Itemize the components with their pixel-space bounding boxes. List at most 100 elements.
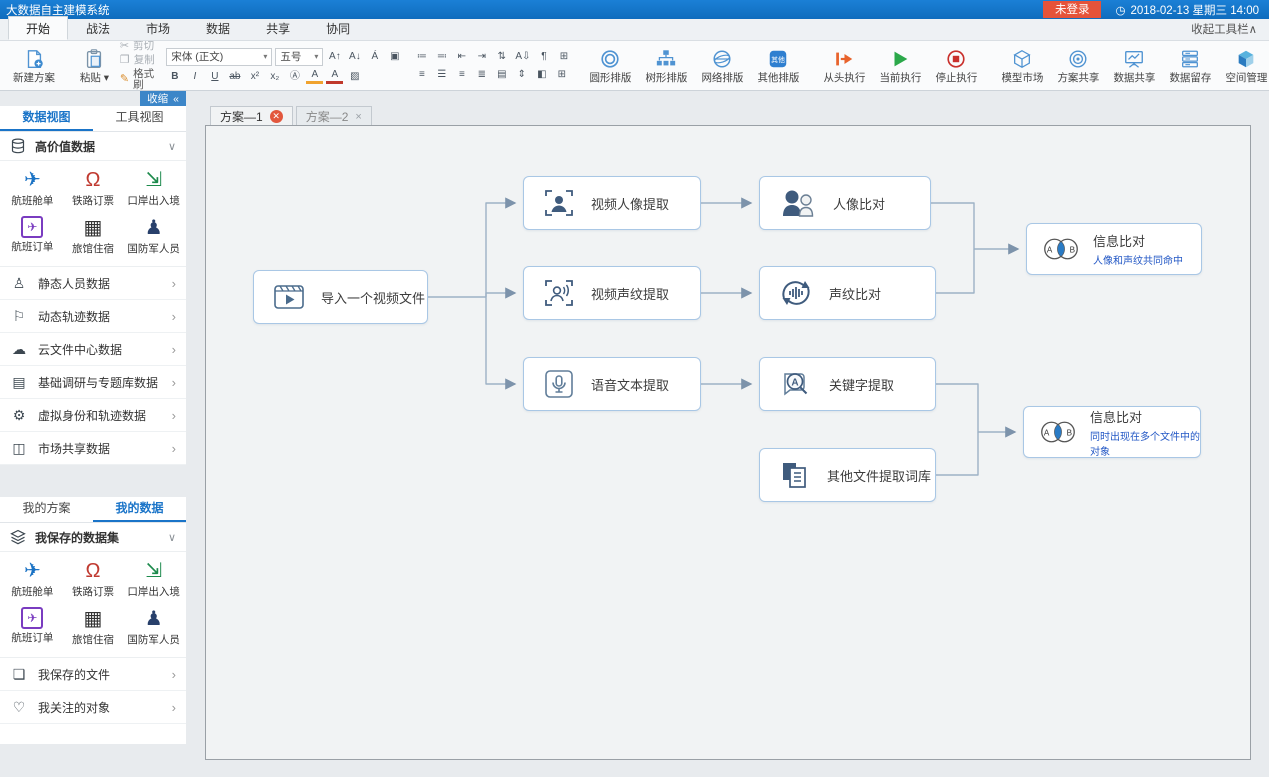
- node-import-video[interactable]: 导入一个视频文件: [253, 270, 428, 324]
- dataset-railway-ticket[interactable]: Ω铁路订票: [63, 164, 124, 212]
- node-video-voice-extract[interactable]: 视频声纹提取: [523, 266, 701, 320]
- dataset-railway-ticket[interactable]: Ω铁路订票: [63, 555, 124, 603]
- dataset-border-entry-exit[interactable]: ⇲口岸出入境: [123, 164, 184, 212]
- highlight-color-button[interactable]: A: [306, 69, 323, 84]
- tab-market[interactable]: 市场: [128, 16, 188, 40]
- list-item-market-shared-data[interactable]: ◫市场共享数据›: [0, 432, 186, 465]
- run-current-button[interactable]: 当前执行: [873, 48, 927, 84]
- line-spacing-button[interactable]: ⇕: [513, 67, 530, 82]
- data-share-button[interactable]: 数据共享: [1107, 48, 1161, 84]
- list-item-my-saved-files[interactable]: ❏我保存的文件›: [0, 658, 186, 691]
- list-item-static-personnel-data[interactable]: ♙静态人员数据›: [0, 267, 186, 300]
- list-item-basic-research-thematic-data[interactable]: ▤基础调研与专题库数据›: [0, 366, 186, 399]
- shrink-font-button[interactable]: A↓: [346, 49, 363, 64]
- sidebar-collapse-button[interactable]: 收缩«: [140, 91, 186, 106]
- align-right-button[interactable]: ≡: [453, 67, 470, 82]
- high-value-data-header[interactable]: 高价值数据 ∨: [0, 132, 186, 161]
- close-tab-icon[interactable]: ✕: [270, 110, 283, 123]
- node-info-compare-1[interactable]: A B 信息比对 人像和声纹共同命中: [1026, 223, 1202, 275]
- font-family-select[interactable]: 宋体 (正文)▾: [166, 48, 272, 66]
- bold-button[interactable]: B: [166, 69, 183, 84]
- underline-button[interactable]: U: [206, 69, 223, 84]
- character-border-button[interactable]: ▣: [386, 49, 403, 64]
- dataset-hotel-stay[interactable]: ▦旅馆住宿: [63, 212, 124, 260]
- subscript-button[interactable]: x₂: [266, 69, 283, 84]
- node-voice-compare[interactable]: 声纹比对: [759, 266, 936, 320]
- node-keyword-extract[interactable]: A 关键字提取: [759, 357, 936, 411]
- network-layout-button[interactable]: 网络排版: [695, 48, 749, 84]
- phonetic-guide-button[interactable]: Á: [366, 49, 383, 64]
- dataset-border-entry-exit[interactable]: ⇲口岸出入境: [123, 555, 184, 603]
- dataset-defense-personnel[interactable]: ♟国防军人员: [123, 603, 184, 651]
- bullet-list-button[interactable]: ≔: [413, 49, 430, 64]
- dataset-defense-personnel[interactable]: ♟国防军人员: [123, 212, 184, 260]
- node-other-file-lexicon[interactable]: 其他文件提取词库: [759, 448, 936, 502]
- paragraph-marks-button[interactable]: ¶: [535, 49, 552, 64]
- tab-collaborate[interactable]: 协同: [308, 16, 368, 40]
- new-plan-button[interactable]: 新建方案: [7, 48, 61, 84]
- list-item-dynamic-trajectory-data[interactable]: ⚐动态轨迹数据›: [0, 300, 186, 333]
- enclose-characters-button[interactable]: Ⓐ: [286, 69, 303, 84]
- space-management-button[interactable]: 空间管理: [1219, 48, 1269, 84]
- login-status-badge[interactable]: 未登录: [1043, 1, 1102, 18]
- doc-tab-plan-2[interactable]: 方案—2 ×: [296, 106, 372, 126]
- dataset-label: 航班订单: [11, 630, 53, 645]
- format-painter-button[interactable]: ✎格式刷: [120, 69, 156, 91]
- justify-button[interactable]: ≣: [473, 67, 490, 82]
- other-layout-button[interactable]: 其他 其他排版: [751, 48, 805, 84]
- run-from-start-button[interactable]: 从头执行: [817, 48, 871, 84]
- data-retention-button[interactable]: 数据留存: [1163, 48, 1217, 84]
- saved-dataset-header[interactable]: 我保存的数据集 ∨: [0, 523, 186, 552]
- align-center-button[interactable]: ☰: [433, 67, 450, 82]
- circle-layout-button[interactable]: 圆形排版: [583, 48, 637, 84]
- align-left-button[interactable]: ≡: [413, 67, 430, 82]
- tab-tool-view[interactable]: 工具视图: [93, 106, 186, 131]
- node-info-compare-2[interactable]: A B 信息比对 同时出现在多个文件中的对象: [1023, 406, 1201, 458]
- node-face-compare[interactable]: 人像比对: [759, 176, 931, 230]
- italic-button[interactable]: I: [186, 69, 203, 84]
- model-market-button[interactable]: 模型市场: [995, 48, 1049, 84]
- list-item-virtual-identity-trajectory-data[interactable]: ⚙虚拟身份和轨迹数据›: [0, 399, 186, 432]
- increase-indent-button[interactable]: ⇥: [473, 49, 490, 64]
- font-size-select[interactable]: 五号▾: [275, 48, 323, 66]
- cut-button[interactable]: ✂剪切: [120, 41, 156, 52]
- character-shading-button[interactable]: ▨: [346, 69, 363, 84]
- list-item-cloud-file-center-data[interactable]: ☁云文件中心数据›: [0, 333, 186, 366]
- strikethrough-button[interactable]: ab: [226, 69, 243, 84]
- text-direction-button[interactable]: ⇅: [493, 49, 510, 64]
- dataset-flight-manifest[interactable]: ✈航班舱单: [2, 555, 63, 603]
- shading-button[interactable]: ◧: [533, 67, 550, 82]
- plan-share-button[interactable]: 方案共享: [1051, 48, 1105, 84]
- tab-tactics[interactable]: 战法: [68, 16, 128, 40]
- sort-button[interactable]: A⇩: [513, 49, 532, 64]
- superscript-button[interactable]: x²: [246, 69, 263, 84]
- node-video-face-extract[interactable]: 视频人像提取: [523, 176, 701, 230]
- node-speech-text-extract[interactable]: 语音文本提取: [523, 357, 701, 411]
- dataset-flight-order[interactable]: ✈航班订单: [2, 212, 63, 260]
- tab-my-plans[interactable]: 我的方案: [0, 497, 93, 522]
- font-color-button[interactable]: A: [326, 69, 343, 84]
- copy-button[interactable]: ❐复制: [120, 55, 156, 66]
- doc-tab-plan-1[interactable]: 方案—1 ✕: [210, 106, 293, 126]
- flow-canvas[interactable]: 导入一个视频文件 视频人像提取 视频声纹提取: [205, 125, 1251, 760]
- tab-share[interactable]: 共享: [248, 16, 308, 40]
- tree-layout-button[interactable]: 树形排版: [639, 48, 693, 84]
- list-item-my-followed-objects[interactable]: ♡我关注的对象›: [0, 691, 186, 724]
- tab-data-view[interactable]: 数据视图: [0, 106, 93, 131]
- insert-table-button[interactable]: ⊞: [555, 49, 572, 64]
- dataset-flight-order[interactable]: ✈航班订单: [2, 603, 63, 651]
- decrease-indent-button[interactable]: ⇤: [453, 49, 470, 64]
- borders-button[interactable]: ⊞: [553, 67, 570, 82]
- tab-my-data[interactable]: 我的数据: [93, 497, 186, 522]
- tab-data[interactable]: 数据: [188, 16, 248, 40]
- dataset-hotel-stay[interactable]: ▦旅馆住宿: [63, 603, 124, 651]
- stop-execution-button[interactable]: 停止执行: [929, 48, 983, 84]
- grow-font-button[interactable]: A↑: [326, 49, 343, 64]
- numbered-list-button[interactable]: ≕: [433, 49, 450, 64]
- tab-start[interactable]: 开始: [8, 16, 68, 40]
- close-tab-icon[interactable]: ×: [355, 111, 361, 123]
- collapse-toolbar-button[interactable]: 收起工具栏∧: [1191, 21, 1257, 37]
- paste-button[interactable]: 粘贴 ▾: [73, 48, 116, 84]
- distributed-button[interactable]: ▤: [493, 67, 510, 82]
- dataset-flight-manifest[interactable]: ✈航班舱单: [2, 164, 63, 212]
